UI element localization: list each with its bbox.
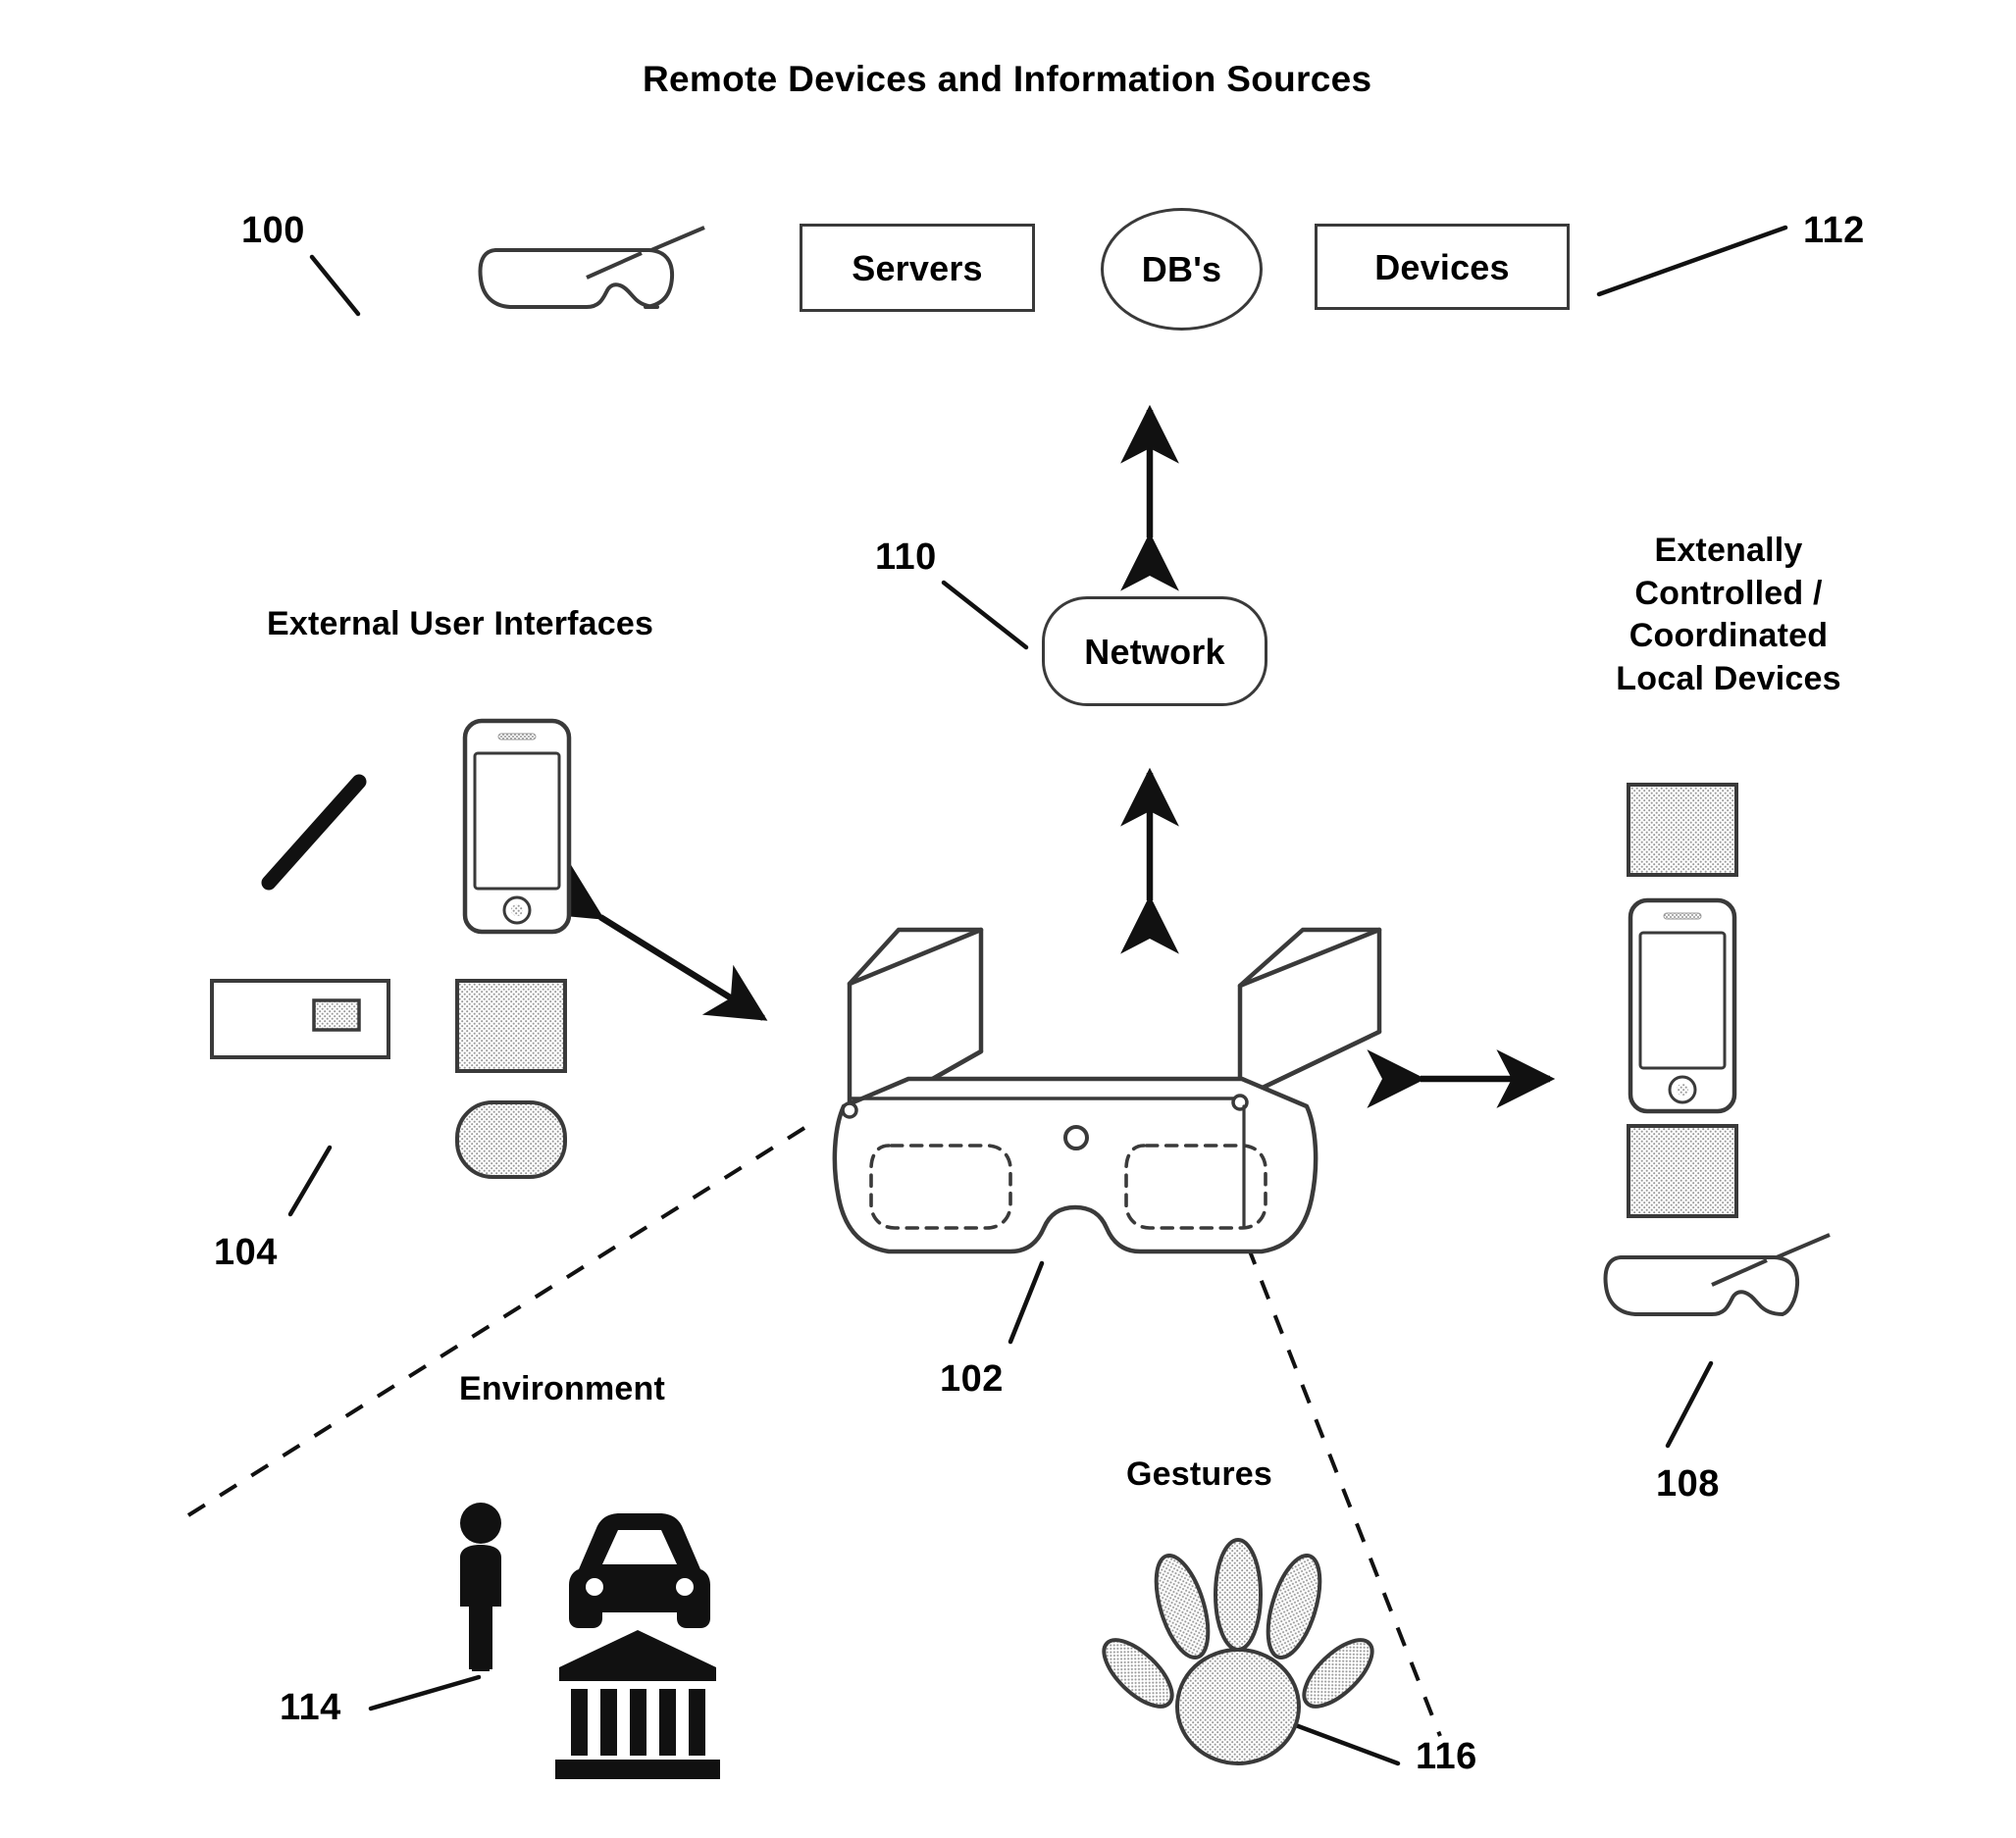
node-servers[interactable]: Servers xyxy=(800,224,1035,312)
smartphone-icon-right xyxy=(1628,897,1737,1114)
tablet-icon-right-bottom xyxy=(1627,1124,1738,1218)
label-environment: Environment xyxy=(459,1370,666,1407)
node-devices[interactable]: Devices xyxy=(1315,224,1570,310)
leader-lines xyxy=(287,225,1788,1766)
refnum-104: 104 xyxy=(214,1232,278,1273)
link-glasses-to-external-ui xyxy=(539,863,768,1021)
person-icon xyxy=(460,1503,501,1671)
goggles-icon xyxy=(478,226,705,309)
node-databases-label: DB's xyxy=(1141,249,1222,289)
rounded-device-icon xyxy=(455,1100,567,1179)
goggles-icon-right xyxy=(1603,1233,1831,1316)
bank-building-icon xyxy=(555,1630,720,1779)
fov-line-environment xyxy=(186,1126,806,1517)
node-databases[interactable]: DB's xyxy=(1101,208,1263,331)
refnum-108: 108 xyxy=(1656,1463,1720,1505)
car-icon xyxy=(569,1513,710,1628)
refnum-100: 100 xyxy=(241,210,305,251)
figure-title: Remote Devices and Information Sources xyxy=(643,59,1372,99)
label-gestures: Gestures xyxy=(1126,1455,1273,1493)
label-externally-controlled-local-devices: Extenally Controlled / Coordinated Local… xyxy=(1616,532,1841,697)
refnum-116: 116 xyxy=(1416,1736,1477,1777)
remote-control-icon xyxy=(210,979,390,1059)
stylus-icon xyxy=(261,774,367,891)
smartphone-icon xyxy=(462,718,572,935)
smart-eyewear-icon xyxy=(832,927,1382,1254)
patent-figure-canvas: Remote Devices and Information Sources S… xyxy=(0,0,2016,1838)
hand-gesture-icon xyxy=(1102,1538,1374,1765)
refnum-112: 112 xyxy=(1803,210,1865,251)
refnum-114: 114 xyxy=(280,1687,341,1728)
node-network[interactable]: Network xyxy=(1042,596,1267,706)
tablet-icon xyxy=(455,979,567,1073)
label-external-user-interfaces: External User Interfaces xyxy=(267,605,654,642)
node-servers-label: Servers xyxy=(852,247,983,288)
field-of-view-lines xyxy=(186,1126,1442,1737)
refnum-102: 102 xyxy=(940,1358,1004,1400)
link-arrows xyxy=(539,404,1556,1108)
node-devices-label: Devices xyxy=(1374,246,1510,287)
tablet-icon-right-top xyxy=(1627,783,1738,877)
refnum-110: 110 xyxy=(875,536,937,578)
node-network-label: Network xyxy=(1084,631,1225,672)
